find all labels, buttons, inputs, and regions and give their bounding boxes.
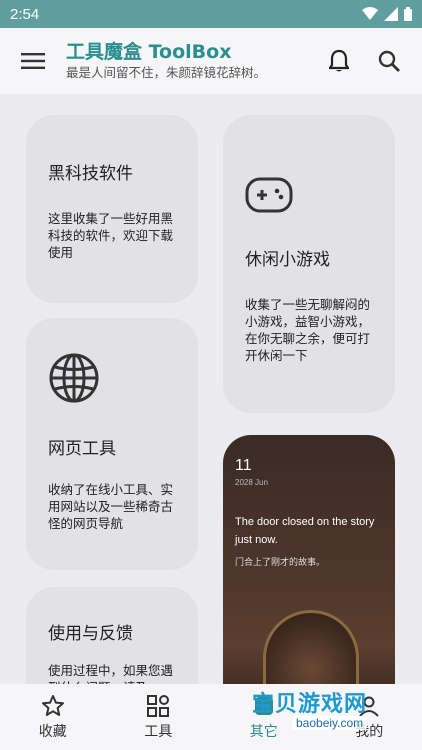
wifi-icon <box>362 7 378 20</box>
card-title: 使用与反馈 <box>48 624 133 644</box>
system-icons <box>362 7 412 21</box>
nav-item-tools[interactable]: 工具 <box>106 684 212 750</box>
grid-icon <box>147 694 170 717</box>
notifications-button[interactable] <box>314 28 364 94</box>
app-title-block: 工具魔盒 ToolBox 最是人间留不住，朱颜辞镜花辞树。 <box>66 41 314 81</box>
app-title: 工具魔盒 ToolBox <box>66 41 232 63</box>
card-description: 收纳了在线小工具、实用网站以及一些稀奇古怪的网页导航 <box>48 482 174 531</box>
nav-label: 收藏 <box>38 723 67 740</box>
quote-day: 11 <box>235 457 252 474</box>
nav-label: 工具 <box>144 723 173 740</box>
star-icon <box>41 694 64 716</box>
signal-icon <box>384 7 398 21</box>
other-icon <box>254 696 273 715</box>
hamburger-icon <box>21 53 45 69</box>
bell-icon <box>329 49 349 72</box>
nav-item-favorites[interactable]: 收藏 <box>0 684 106 750</box>
card-description: 收集了一些无聊解闷的小游戏，益智小游戏，在你无聊之余，便可打开休闲一下 <box>245 297 371 363</box>
status-time: 2:54 <box>10 5 40 23</box>
nav-label: 我的 <box>355 723 384 740</box>
card-black-tech-software[interactable]: 黑科技软件 这里收集了一些好用黑科技的软件，欢迎下载使用 <box>26 115 198 303</box>
search-button[interactable] <box>364 28 414 94</box>
battery-icon <box>404 7 412 21</box>
quote-date: 2028 Jun <box>235 478 268 487</box>
bottom-navigation: 收藏 工具 其它 我的 <box>0 684 422 750</box>
card-title: 网页工具 <box>48 439 116 459</box>
app-subtitle: 最是人间留不住，朱颜辞镜花辞树。 <box>66 65 267 80</box>
menu-button[interactable] <box>0 28 66 94</box>
nav-item-mine[interactable]: 我的 <box>317 684 422 750</box>
status-bar: 2:54 <box>0 0 422 28</box>
quote-chinese: 门合上了刚才的故事。 <box>235 558 326 568</box>
card-title: 黑科技软件 <box>48 164 133 184</box>
card-description: 这里收集了一些好用黑科技的软件，欢迎下载使用 <box>48 211 174 260</box>
nav-item-other[interactable]: 其它 <box>211 684 317 750</box>
gamepad-icon <box>245 177 293 213</box>
quote-english: The door closed on the story just now. <box>235 516 375 546</box>
nav-label: 其它 <box>249 723 278 740</box>
card-casual-games[interactable]: 休闲小游戏 收集了一些无聊解闷的小游戏，益智小游戏，在你无聊之余，便可打开休闲一… <box>223 115 395 413</box>
card-web-tools[interactable]: 网页工具 收纳了在线小工具、实用网站以及一些稀奇古怪的网页导航 <box>26 318 198 570</box>
search-icon <box>378 50 400 72</box>
globe-icon <box>49 353 99 403</box>
person-icon <box>359 696 379 717</box>
card-title: 休闲小游戏 <box>245 250 330 270</box>
quote-content: 11 2028 Jun The door closed on the story… <box>235 457 383 568</box>
app-bar: 工具魔盒 ToolBox 最是人间留不住，朱颜辞镜花辞树。 <box>0 28 422 94</box>
